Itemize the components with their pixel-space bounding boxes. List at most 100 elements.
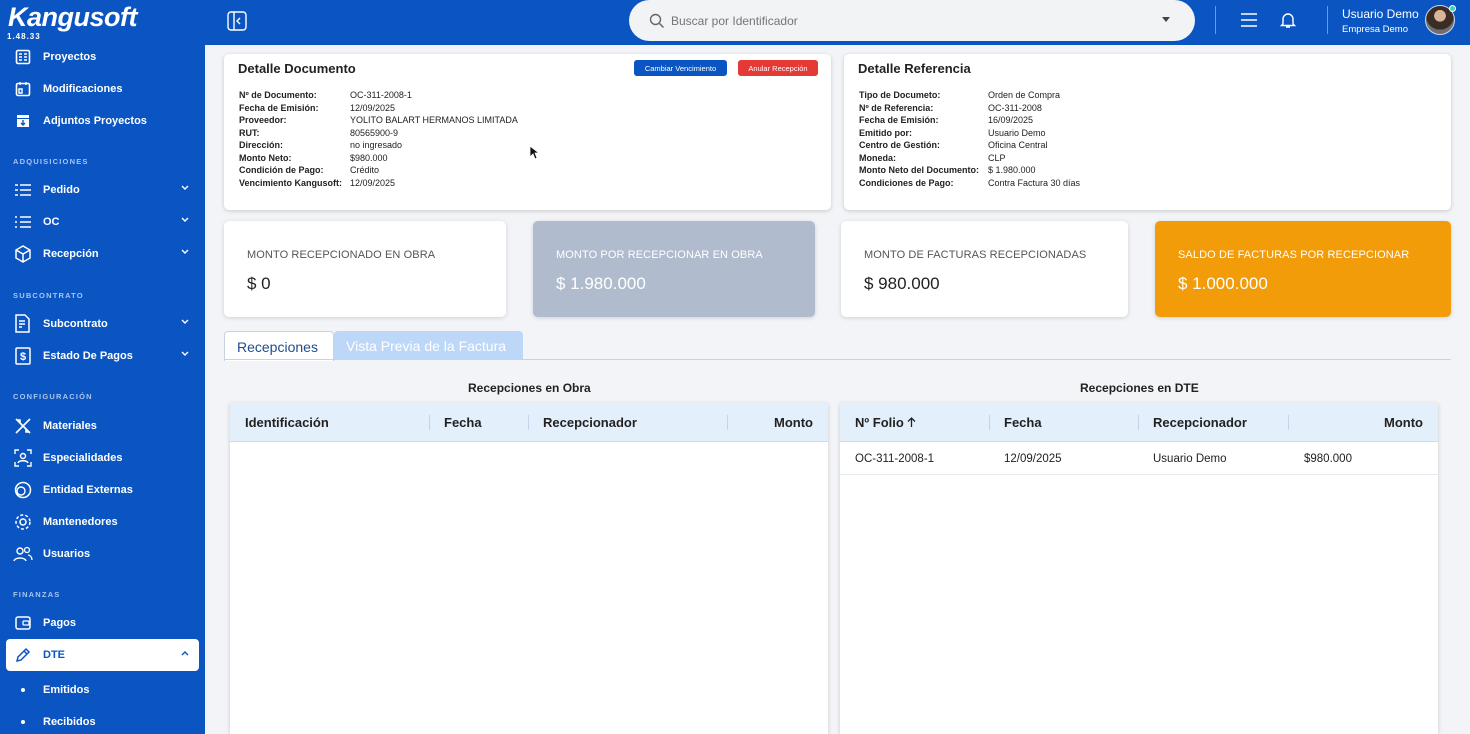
field-value: CLP — [988, 152, 1006, 163]
version-label: 1.48.33 — [7, 32, 41, 41]
sidebar-item-label: Entidad Externas — [43, 484, 133, 496]
field-key: Nº de Documento: — [239, 90, 317, 100]
chevron-down-icon — [181, 249, 189, 254]
sidebar-item-pagos[interactable]: Pagos — [6, 607, 199, 639]
tab-recepciones[interactable]: Recepciones — [224, 331, 334, 361]
column-header-fecha[interactable]: Fecha — [444, 415, 482, 430]
sidebar-item-subcontrato[interactable]: Subcontrato — [6, 308, 199, 340]
field-key: Condición de Pago: — [239, 165, 324, 175]
field-value: 12/09/2025 — [350, 102, 396, 113]
top-header: Usuario Demo Empresa Demo — [205, 0, 1470, 45]
chevron-down-icon — [181, 351, 189, 356]
mouse-cursor-icon — [529, 145, 539, 160]
tab-vista-previa[interactable]: Vista Previa de la Factura — [334, 331, 523, 360]
field-row: Dirección: no ingresado — [239, 139, 518, 152]
sidebar-item-label: Especialidades — [43, 452, 123, 464]
chevron-down-icon — [181, 217, 189, 222]
column-header-recepcionador[interactable]: Recepcionador — [543, 415, 637, 430]
sidebar-item-especialidades[interactable]: Especialidades — [6, 442, 199, 474]
sidebar-item-label: Pagos — [43, 617, 77, 629]
stat-monto-por-recepcionar: MONTO POR RECEPCIONAR EN OBRA $ 1.980.00… — [533, 221, 815, 317]
stat-value: $ 1.000.000 — [1178, 274, 1268, 293]
sidebar-subitem-recibidos[interactable]: Recibidos — [43, 716, 96, 728]
field-value: OC-311-2008 — [988, 102, 1042, 113]
field-row: Proveedor: YOLITO BALART HERMANOS LIMITAD… — [239, 114, 518, 127]
bell-icon[interactable] — [1279, 11, 1297, 29]
field-value: 12/09/2025 — [350, 177, 396, 188]
stat-label: SALDO DE FACTURAS POR RECEPCIONAR — [1178, 249, 1410, 261]
field-key: Condiciones de Pago: — [859, 177, 954, 188]
sidebar-item-pedido[interactable]: Pedido — [6, 174, 199, 206]
sidebar-item-materiales[interactable]: Materiales — [6, 410, 199, 442]
sidebar-item-label: Mantenedores — [43, 516, 118, 528]
field-value: $ 1.980.000 — [988, 165, 1036, 175]
divider — [1327, 6, 1328, 34]
card-title: Detalle Referencia — [858, 61, 971, 76]
sidebar-item-label: Modificaciones — [43, 83, 123, 95]
user-company: Empresa Demo — [1342, 24, 1408, 35]
person-scan-icon — [12, 448, 34, 468]
logo[interactable]: Kangusoft — [8, 2, 137, 33]
sidebar: Kangusoft 1.48.33 Proyectos Modificacion… — [0, 0, 205, 734]
sidebar-item-label: Proyectos — [43, 51, 97, 63]
sidebar-item-label: Adjuntos Proyectos — [43, 115, 147, 127]
sidebar-item-mantenedores[interactable]: Mantenedores — [6, 506, 199, 538]
card-title: Detalle Documento — [238, 61, 356, 76]
tab-divider — [224, 359, 1451, 360]
cell-folio: OC-311-2008-1 — [855, 453, 935, 465]
anular-recepcion-button[interactable]: Anular Recepción — [738, 60, 818, 76]
field-value: Usuario Demo — [988, 127, 1046, 138]
column-header-monto[interactable]: Monto — [1384, 415, 1423, 430]
column-divider — [727, 415, 728, 430]
detalle-referencia-card: Detalle Referencia Tipo de Documeto: Orde… — [844, 54, 1451, 210]
field-value: Orden de Compra — [988, 90, 1061, 100]
column-header-identificacion[interactable]: Identificación — [245, 415, 329, 430]
field-key: Emitido por: — [859, 127, 912, 138]
field-key: Nº de Referencia: — [859, 102, 934, 113]
column-header-fecha[interactable]: Fecha — [1004, 415, 1042, 430]
field-key: Dirección: — [239, 140, 284, 150]
sidebar-item-proyectos[interactable]: Proyectos — [6, 41, 199, 73]
menu-icon[interactable] — [1240, 12, 1258, 28]
sidebar-item-usuarios[interactable]: Usuarios — [6, 538, 199, 570]
column-header-recepcionador[interactable]: Recepcionador — [1153, 415, 1247, 430]
field-value: Crédito — [350, 165, 380, 175]
search-bar[interactable] — [629, 0, 1195, 41]
detalle-documento-card: Detalle Documento Cambiar Vencimiento An… — [224, 54, 831, 210]
search-input[interactable] — [671, 13, 1141, 28]
field-value: OC-311-2008-1 — [350, 90, 412, 100]
attachments-icon — [12, 111, 34, 131]
sidebar-item-oc[interactable]: OC — [6, 206, 199, 238]
stat-label: MONTO RECEPCIONADO EN OBRA — [247, 249, 436, 261]
sidebar-item-recepcion[interactable]: Recepción — [6, 238, 199, 270]
field-key: Centro de Gestión: — [859, 140, 941, 150]
caret-down-icon[interactable] — [1161, 17, 1171, 23]
sidebar-subitem-emitidos[interactable]: Emitidos — [43, 684, 89, 696]
stat-monto-recepcionado: MONTO RECEPCIONADO EN OBRA $ 0 — [224, 221, 506, 317]
sidebar-item-label: Estado De Pagos — [43, 350, 133, 362]
chevron-down-icon — [181, 185, 189, 190]
sidebar-item-entidad-externas[interactable]: Entidad Externas — [6, 474, 199, 506]
document-fields: Nº de Documento: OC-311-2008-1 Fecha de E… — [239, 89, 518, 189]
sidebar-item-estado-pagos[interactable]: $ Estado De Pagos — [6, 340, 199, 372]
recepciones-dte-title: Recepciones en DTE — [1080, 381, 1199, 395]
sidebar-toggle-icon[interactable] — [227, 11, 247, 31]
stat-monto-facturas: MONTO DE FACTURAS RECEPCIONADAS $ 980.00… — [841, 221, 1128, 317]
document-edit-icon — [12, 314, 34, 334]
field-value: Contra Factura 30 días — [988, 177, 1081, 188]
cambiar-vencimiento-button[interactable]: Cambiar Vencimiento — [634, 60, 727, 76]
user-name[interactable]: Usuario Demo — [1342, 7, 1419, 21]
column-header-monto[interactable]: Monto — [774, 415, 813, 430]
column-header-folio[interactable]: Nº Folio — [855, 415, 916, 430]
sidebar-item-label: Subcontrato — [43, 318, 108, 330]
column-divider — [989, 415, 990, 430]
wallet-icon — [12, 613, 34, 633]
sidebar-item-adjuntos[interactable]: Adjuntos Proyectos — [6, 105, 199, 137]
sidebar-item-modificaciones[interactable]: Modificaciones — [6, 73, 199, 105]
field-row: RUT: 80565900-9 — [239, 127, 518, 140]
users-icon — [12, 544, 34, 564]
checklist-icon — [12, 212, 34, 232]
column-divider — [1288, 415, 1289, 430]
stat-value: $ 980.000 — [864, 274, 940, 293]
sidebar-item-dte[interactable]: DTE — [6, 639, 199, 671]
